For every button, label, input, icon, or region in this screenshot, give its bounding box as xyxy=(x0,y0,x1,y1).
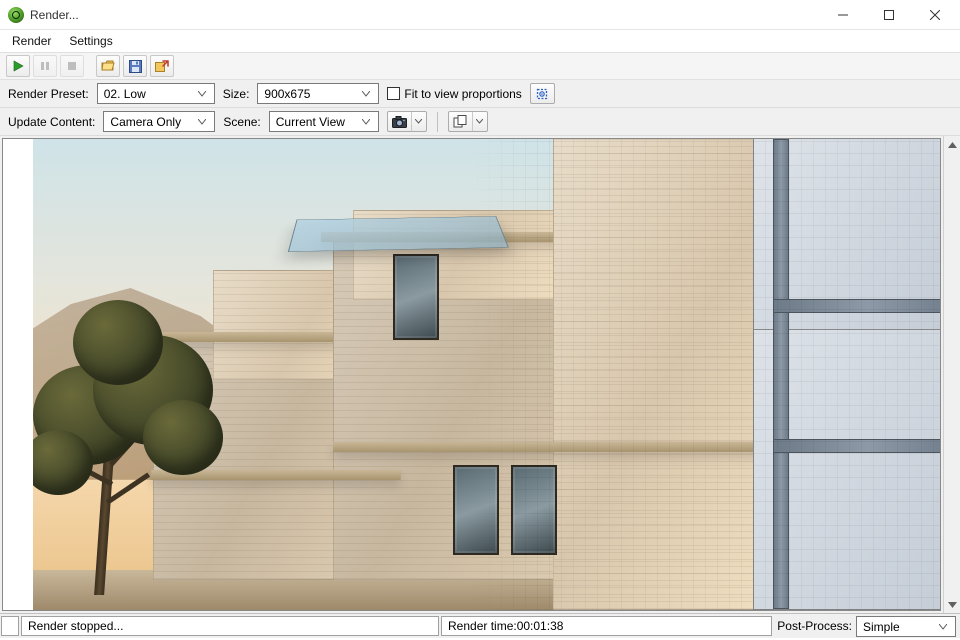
render-viewport[interactable] xyxy=(2,138,941,611)
scroll-down-icon[interactable] xyxy=(944,596,960,613)
size-input[interactable]: 900x675 xyxy=(257,83,379,104)
scroll-track[interactable] xyxy=(944,153,960,596)
minimize-button[interactable] xyxy=(820,0,866,30)
chevron-down-icon xyxy=(194,91,210,97)
render-start-button[interactable] xyxy=(6,55,30,77)
app-icon xyxy=(8,7,24,23)
open-file-button[interactable] xyxy=(96,55,120,77)
render-preset-select[interactable]: 02. Low xyxy=(97,83,215,104)
checkbox-box xyxy=(387,87,400,100)
camera-icon xyxy=(388,112,412,131)
render-stop-button[interactable] xyxy=(60,55,84,77)
scene-label: Scene: xyxy=(223,115,260,129)
size-value: 900x675 xyxy=(264,87,358,101)
menubar: Render Settings xyxy=(0,30,960,52)
status-render-time: Render time: 00:01:38 xyxy=(441,616,772,636)
maximize-button[interactable] xyxy=(866,0,912,30)
toolbar-separator xyxy=(437,112,438,132)
render-preset-label: Render Preset: xyxy=(8,87,89,101)
chevron-down-icon[interactable] xyxy=(412,112,426,131)
scene-select[interactable]: Current View xyxy=(269,111,379,132)
menu-render[interactable]: Render xyxy=(4,32,59,50)
copy-icon xyxy=(449,112,473,131)
status-icon-cell xyxy=(1,616,19,636)
region-select-button[interactable] xyxy=(530,83,555,104)
viewport-container xyxy=(0,136,960,613)
chevron-down-icon xyxy=(935,624,951,630)
status-message: Render stopped... xyxy=(21,616,439,636)
postprocess-value: Simple xyxy=(863,620,935,634)
chevron-down-icon xyxy=(358,119,374,125)
render-image xyxy=(33,139,940,610)
copy-to-clipboard-button[interactable] xyxy=(448,111,488,132)
close-button[interactable] xyxy=(912,0,958,30)
fit-proportions-checkbox[interactable]: Fit to view proportions xyxy=(387,87,521,101)
export-button[interactable] xyxy=(150,55,174,77)
chevron-down-icon xyxy=(358,91,374,97)
postprocess-label: Post-Process: xyxy=(773,614,856,638)
camera-snapshot-button[interactable] xyxy=(387,111,427,132)
chevron-down-icon[interactable] xyxy=(473,112,487,131)
statusbar: Render stopped... Render time: 00:01:38 … xyxy=(0,613,960,638)
render-time-value: 00:01:38 xyxy=(517,619,564,633)
menu-settings[interactable]: Settings xyxy=(61,32,120,50)
titlebar: Render... xyxy=(0,0,960,30)
fit-proportions-label: Fit to view proportions xyxy=(404,87,521,101)
update-content-value: Camera Only xyxy=(110,115,194,129)
chevron-down-icon xyxy=(194,119,210,125)
render-time-label: Render time: xyxy=(448,619,517,633)
render-preset-value: 02. Low xyxy=(104,87,194,101)
scene-value: Current View xyxy=(276,115,358,129)
size-label: Size: xyxy=(223,87,250,101)
save-image-button[interactable] xyxy=(123,55,147,77)
toolbar xyxy=(0,52,960,80)
update-content-label: Update Content: xyxy=(8,115,95,129)
update-row: Update Content: Camera Only Scene: Curre… xyxy=(0,108,960,136)
update-content-select[interactable]: Camera Only xyxy=(103,111,215,132)
scroll-up-icon[interactable] xyxy=(944,136,960,153)
window-title: Render... xyxy=(30,8,79,22)
vertical-scrollbar[interactable] xyxy=(943,136,960,613)
postprocess-select[interactable]: Simple xyxy=(856,616,956,637)
render-pause-button[interactable] xyxy=(33,55,57,77)
preset-row: Render Preset: 02. Low Size: 900x675 Fit… xyxy=(0,80,960,108)
